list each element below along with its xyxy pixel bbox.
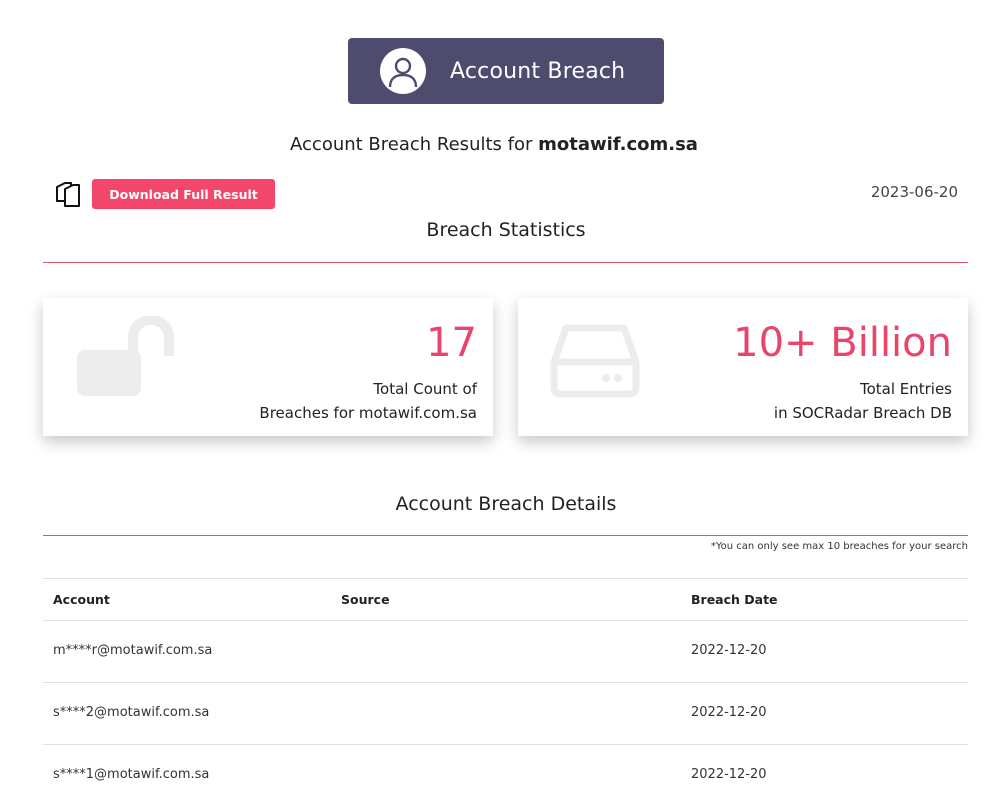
- breach-count-value: 17: [426, 320, 477, 366]
- breach-count-card: 17 Total Count of Breaches for motawif.c…: [43, 298, 493, 436]
- total-entries-value: 10+ Billion: [733, 320, 952, 366]
- column-header-source: Source: [341, 592, 390, 607]
- results-domain: motawif.com.sa: [538, 134, 698, 155]
- breach-table: Account Source Breach Date m****r@motawi…: [43, 578, 968, 806]
- details-title: Account Breach Details: [395, 493, 617, 515]
- unlock-icon: [77, 316, 174, 396]
- total-entries-sublabel: in SOCRadar Breach DB: [773, 404, 952, 422]
- page-banner: Account Breach: [348, 38, 664, 104]
- account-cell: s****2@motawif.com.sa: [53, 705, 210, 720]
- statistics-divider: [43, 262, 968, 263]
- column-header-breach-date: Breach Date: [691, 592, 778, 607]
- breach-date-cell: 2022-12-20: [691, 705, 767, 720]
- copy-icon[interactable]: [54, 180, 82, 208]
- limit-note: *You can only see max 10 breaches for yo…: [710, 541, 968, 552]
- table-row: m****r@motawif.com.sa 2022-12-20: [43, 620, 968, 682]
- banner-title: Account Breach: [450, 58, 626, 84]
- results-prefix: Account Breach Results for: [290, 134, 539, 155]
- column-header-account: Account: [53, 592, 110, 607]
- table-row: s****1@motawif.com.sa 2022-12-20: [43, 744, 968, 806]
- total-entries-card: 10+ Billion Total Entries in SOCRadar Br…: [518, 298, 968, 436]
- breach-date-cell: 2022-12-20: [691, 767, 767, 782]
- hard-drive-icon: [550, 324, 640, 398]
- account-cell: m****r@motawif.com.sa: [53, 643, 213, 658]
- breach-date-cell: 2022-12-20: [691, 643, 767, 658]
- breach-count-sublabel: Breaches for motawif.com.sa: [259, 404, 477, 422]
- results-heading: Account Breach Results for motawif.com.s…: [0, 134, 988, 155]
- table-row: s****2@motawif.com.sa 2022-12-20: [43, 682, 968, 744]
- table-header-row: Account Source Breach Date: [43, 578, 968, 620]
- download-full-result-button[interactable]: Download Full Result: [92, 179, 275, 209]
- total-entries-label: Total Entries: [859, 380, 952, 398]
- user-icon: [380, 48, 426, 94]
- account-cell: s****1@motawif.com.sa: [53, 767, 210, 782]
- report-date: 2023-06-20: [870, 183, 958, 201]
- details-divider: [43, 535, 968, 536]
- statistics-title: Breach Statistics: [426, 219, 586, 241]
- breach-count-label: Total Count of: [373, 380, 477, 398]
